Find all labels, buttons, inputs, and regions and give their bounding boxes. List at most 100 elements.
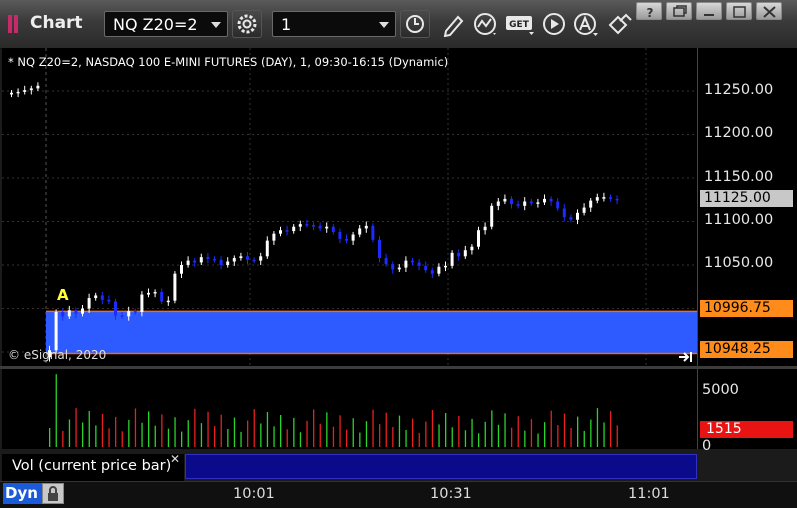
volume-bar bbox=[379, 424, 381, 447]
volume-bar bbox=[148, 411, 150, 447]
link-button[interactable] bbox=[606, 11, 634, 37]
volume-tick-label: 5000 bbox=[702, 382, 739, 398]
restore-button[interactable] bbox=[666, 2, 692, 20]
candle-body bbox=[292, 226, 296, 232]
candle-body bbox=[36, 85, 40, 89]
volume-current-tag: 1515 bbox=[700, 421, 793, 438]
volume-bar bbox=[372, 409, 374, 447]
candle-body bbox=[463, 250, 467, 257]
candle-body bbox=[272, 233, 276, 241]
volume-pane[interactable] bbox=[2, 369, 697, 449]
range-box bbox=[46, 311, 697, 354]
lock-button[interactable] bbox=[42, 483, 64, 504]
chevron-down-icon[interactable] bbox=[379, 22, 389, 28]
candle-body bbox=[239, 256, 243, 259]
volume-bar bbox=[346, 429, 348, 447]
close-study-icon[interactable]: ✕ bbox=[170, 452, 180, 466]
volume-bar bbox=[332, 426, 335, 447]
price-pane[interactable] bbox=[2, 48, 697, 366]
settings-gear-icon bbox=[237, 14, 257, 34]
candle-body bbox=[29, 88, 33, 91]
scroll-to-end-icon[interactable] bbox=[678, 349, 694, 363]
price-tick-label: 11050.00 bbox=[704, 255, 774, 271]
dynamic-mode-button[interactable]: Dyn bbox=[3, 483, 42, 504]
candle-body bbox=[562, 208, 566, 218]
marker-a[interactable]: A bbox=[57, 286, 69, 304]
replay-button[interactable] bbox=[541, 11, 569, 37]
volume-study-strip[interactable] bbox=[185, 454, 697, 479]
candle-body bbox=[252, 259, 256, 262]
volume-bar bbox=[458, 415, 460, 447]
volume-bar bbox=[570, 428, 572, 447]
volume-bar bbox=[418, 432, 420, 447]
volume-bar bbox=[174, 417, 176, 447]
candle-body bbox=[16, 91, 20, 94]
volume-bar bbox=[537, 433, 539, 447]
volume-bar bbox=[590, 419, 592, 447]
candle-body bbox=[140, 294, 144, 312]
chevron-down-icon[interactable] bbox=[211, 22, 221, 28]
candle-body bbox=[61, 311, 65, 317]
time-axis[interactable] bbox=[0, 481, 797, 508]
volume-bar bbox=[220, 414, 222, 447]
get-icon: GET bbox=[506, 16, 534, 35]
candle-body bbox=[100, 295, 104, 300]
time-button[interactable] bbox=[400, 10, 430, 38]
copyright-text: © eSignal, 2020 bbox=[8, 348, 107, 362]
volume-bar bbox=[280, 414, 282, 447]
candle-body bbox=[226, 261, 230, 265]
volume-bar bbox=[293, 417, 295, 447]
candle-body bbox=[549, 198, 553, 202]
volume-bar bbox=[583, 430, 585, 447]
volume-chart bbox=[49, 374, 618, 447]
candle-body bbox=[609, 197, 612, 199]
candle-body bbox=[160, 291, 164, 302]
symbol-combo[interactable]: NQ Z20=2 bbox=[104, 11, 228, 37]
volume-bar bbox=[62, 430, 64, 447]
link-icon bbox=[608, 13, 632, 35]
volume-study-label[interactable]: Vol (current price bar) bbox=[2, 454, 184, 481]
lower-level-tag[interactable]: 10948.25 bbox=[700, 341, 793, 358]
candle-body bbox=[305, 224, 309, 226]
volume-bar bbox=[141, 422, 143, 447]
volume-bar bbox=[385, 412, 387, 447]
price-tick-label: 11100.00 bbox=[704, 212, 774, 228]
help-button[interactable]: ? bbox=[636, 2, 662, 20]
volume-bar bbox=[286, 429, 288, 447]
candle-body bbox=[193, 260, 197, 263]
candle-body bbox=[510, 198, 513, 205]
volume-bar bbox=[517, 416, 519, 447]
volume-bar bbox=[484, 421, 486, 447]
volume-bar bbox=[563, 413, 566, 447]
candle-body bbox=[114, 301, 117, 316]
maximize-button[interactable] bbox=[726, 2, 752, 20]
candle-body bbox=[120, 315, 124, 317]
studies-button[interactable] bbox=[472, 11, 500, 37]
candle-body bbox=[404, 260, 408, 268]
settings-button[interactable] bbox=[232, 10, 262, 38]
close-button[interactable] bbox=[756, 2, 782, 20]
minimize-button[interactable] bbox=[696, 2, 722, 20]
draw-tool-button[interactable] bbox=[440, 11, 468, 37]
volume-bar bbox=[392, 427, 394, 447]
volume-bar bbox=[260, 423, 262, 447]
interval-combo[interactable]: 1 bbox=[272, 11, 396, 37]
volume-bar bbox=[95, 425, 97, 447]
candle-body bbox=[23, 90, 27, 92]
get-button[interactable]: GET bbox=[505, 11, 534, 37]
volume-bar bbox=[603, 422, 605, 447]
candle-body bbox=[417, 262, 421, 266]
cursor-button[interactable] bbox=[572, 11, 600, 37]
upper-level-tag[interactable]: 10996.75 bbox=[700, 300, 793, 317]
candle-body bbox=[490, 205, 494, 227]
price-tick-label: 11150.00 bbox=[704, 169, 774, 185]
candle-body bbox=[384, 258, 388, 265]
volume-bar bbox=[596, 408, 599, 447]
volume-bar bbox=[306, 420, 308, 447]
chart-header: * NQ Z20=2, NASDAQ 100 E-MINI FUTURES (D… bbox=[8, 55, 449, 69]
candle-body bbox=[199, 257, 203, 263]
volume-bar bbox=[326, 412, 328, 447]
candle-body bbox=[424, 265, 428, 271]
candle-body bbox=[595, 197, 599, 201]
volume-bar bbox=[82, 422, 84, 447]
